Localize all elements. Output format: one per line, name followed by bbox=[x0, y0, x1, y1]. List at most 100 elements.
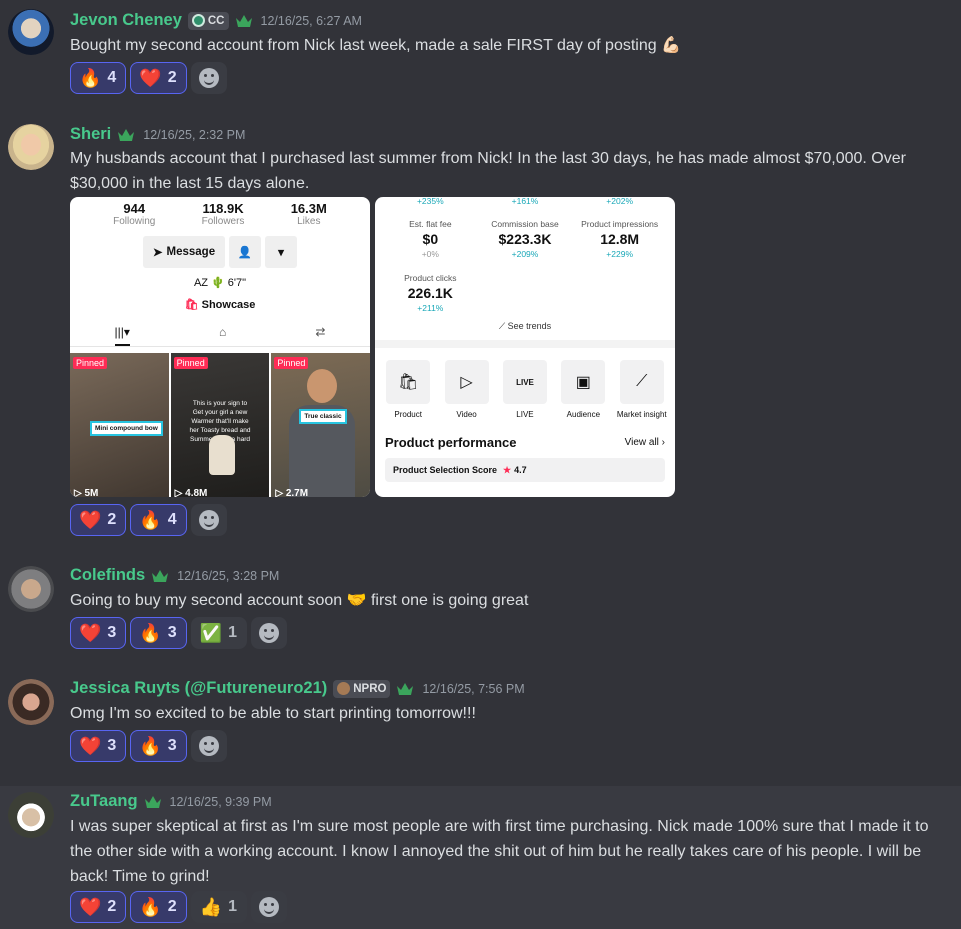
product-performance-header: Product performance View all › bbox=[375, 435, 675, 450]
metric-value: $223.3K bbox=[498, 231, 552, 247]
reaction-heart[interactable]: ❤️ 2 bbox=[70, 504, 127, 536]
tag-label: CC bbox=[207, 14, 225, 27]
metric-impressions: Product impressions 12.8M +229% bbox=[572, 215, 667, 259]
metric-change: +209% bbox=[511, 249, 539, 259]
smiley-icon bbox=[258, 623, 279, 643]
metric-change: +0% bbox=[421, 249, 439, 259]
reaction-fire[interactable]: 🔥 2 bbox=[130, 891, 187, 923]
grid-tab-icon: |||▾ bbox=[114, 325, 130, 346]
tools-row: 🛍 Product ▷ Video LIVE LIVE ▣ Audience ⟋ Mark… bbox=[375, 348, 675, 419]
reaction-bar: ❤️ 3 🔥 3 ✅ 1 bbox=[70, 617, 287, 649]
metric-cell: +235% bbox=[383, 197, 478, 206]
tool-label: Market insight bbox=[616, 410, 667, 419]
stat-following: 944 Following bbox=[113, 201, 155, 227]
timestamp[interactable]: 12/16/25, 7:56 PM bbox=[422, 682, 524, 696]
heart-emoji: ❤️ bbox=[79, 897, 102, 917]
tool-label: Product bbox=[394, 410, 422, 419]
avatar[interactable] bbox=[8, 566, 54, 612]
heart-emoji: ❤️ bbox=[139, 68, 162, 88]
avatar[interactable] bbox=[8, 9, 54, 55]
message-zutaang: ZuTaang 12/16/25, 9:39 PM I was super sk… bbox=[0, 786, 961, 929]
server-tag[interactable]: CC bbox=[187, 11, 229, 30]
avatar[interactable] bbox=[8, 679, 54, 725]
metric-cell: +161% bbox=[478, 197, 573, 206]
timestamp[interactable]: 12/16/25, 3:28 PM bbox=[177, 569, 279, 583]
smiley-icon bbox=[198, 736, 219, 756]
stat-value: 118.9K bbox=[202, 201, 244, 216]
view-count-value: 2.7M bbox=[285, 488, 309, 497]
pinned-badge: Pinned bbox=[173, 357, 208, 369]
tag-label: NPRO bbox=[353, 682, 387, 695]
metric-change: +211% bbox=[417, 303, 444, 313]
attachment-profile-screenshot[interactable]: 944 Following 118.9K Followers 16.3M Likes … bbox=[70, 197, 370, 497]
reaction-count: 3 bbox=[167, 624, 177, 641]
selection-score-row: Product Selection Score ★ 4.7 bbox=[385, 458, 665, 482]
reaction-thumbs-up[interactable]: 👍 1 bbox=[190, 891, 247, 923]
crown-icon bbox=[118, 128, 135, 141]
metric-change: +229% bbox=[606, 249, 634, 259]
reaction-fire[interactable]: 🔥 3 bbox=[130, 617, 187, 649]
live-icon: LIVE bbox=[502, 360, 547, 404]
view-count-value: 4.8M bbox=[185, 488, 208, 497]
avatar[interactable] bbox=[8, 124, 54, 170]
send-icon: ➤ bbox=[152, 247, 163, 259]
reaction-fire[interactable]: 🔥 4 bbox=[70, 62, 127, 94]
reaction-heart[interactable]: ❤️ 3 bbox=[70, 617, 127, 649]
score-value: 4.7 bbox=[514, 465, 527, 475]
timestamp[interactable]: 12/16/25, 2:32 PM bbox=[143, 128, 245, 142]
showcase-label: Showcase bbox=[201, 299, 256, 311]
reaction-heart[interactable]: ❤️ 2 bbox=[70, 891, 127, 923]
stat-label: Followers bbox=[201, 216, 245, 227]
reaction-heart[interactable]: ❤️ 3 bbox=[70, 730, 127, 762]
message-button: ➤ Message bbox=[143, 236, 225, 268]
username[interactable]: ZuTaang bbox=[70, 792, 138, 811]
reaction-fire[interactable]: 🔥 3 bbox=[130, 730, 187, 762]
metrics-top-row: +235% +161% +202% bbox=[375, 197, 675, 206]
score-label: Product Selection Score bbox=[393, 465, 498, 475]
metric-clicks: Product clicks 226.1K +211% bbox=[383, 269, 478, 313]
metric-flat-fee: Est. flat fee $0 +0% bbox=[383, 215, 478, 259]
bag-icon: 🛍 bbox=[386, 360, 431, 404]
message-text: My husbands account that I purchased las… bbox=[70, 150, 906, 192]
attachment-analytics-screenshot[interactable]: +235% +161% +202% Est. flat fee $0 +0% Com… bbox=[375, 197, 675, 497]
message-text: Going to buy my second account soon 🤝 fi… bbox=[70, 592, 529, 609]
reaction-heart[interactable]: ❤️ 2 bbox=[130, 62, 187, 94]
avatar[interactable] bbox=[8, 792, 54, 838]
add-reaction-button[interactable] bbox=[250, 617, 287, 649]
add-reaction-button[interactable] bbox=[190, 62, 227, 94]
section-title: Product performance bbox=[385, 435, 517, 450]
username[interactable]: Colefinds bbox=[70, 566, 145, 585]
reaction-count: 1 bbox=[228, 898, 237, 915]
fire-emoji: 🔥 bbox=[139, 623, 162, 643]
timestamp[interactable]: 12/16/25, 6:27 AM bbox=[261, 14, 362, 28]
person-check-icon: 👤 bbox=[237, 247, 253, 259]
reaction-count: 2 bbox=[167, 898, 177, 915]
showcase-link: 🛍 Showcase bbox=[70, 298, 370, 311]
add-reaction-button[interactable] bbox=[190, 730, 227, 762]
reaction-check[interactable]: ✅ 1 bbox=[190, 617, 247, 649]
add-reaction-button[interactable] bbox=[190, 504, 227, 536]
metric-commission: Commission base $223.3K +209% bbox=[478, 215, 573, 259]
server-tag[interactable]: NPRO bbox=[333, 679, 391, 698]
timestamp[interactable]: 12/16/25, 9:39 PM bbox=[170, 795, 272, 809]
message-text: Omg I'm so excited to be able to start p… bbox=[70, 705, 476, 722]
username[interactable]: Jessica Ruyts (@Futureneuro21) bbox=[70, 679, 327, 698]
stat-value: 16.3M bbox=[290, 201, 327, 216]
reaction-fire[interactable]: 🔥 4 bbox=[130, 504, 187, 536]
view-count: ▷ 2.7M bbox=[275, 488, 309, 497]
add-reaction-button[interactable] bbox=[250, 891, 287, 923]
see-trends-link: ⟋ See trends bbox=[375, 321, 675, 332]
username[interactable]: Jevon Cheney bbox=[70, 11, 182, 30]
view-count: ▷ 4.8M bbox=[174, 488, 208, 497]
video-caption: True classic bbox=[299, 409, 347, 424]
profile-tabs: |||▾ ⌂ ⇄ bbox=[70, 325, 370, 347]
thumbs-up-emoji: 👍 bbox=[199, 897, 223, 917]
metrics-grid: Est. flat fee $0 +0% Commission base $223.3… bbox=[375, 215, 675, 313]
tool-product: 🛍 Product bbox=[380, 360, 436, 419]
metric-label: Product clicks bbox=[404, 273, 457, 283]
tool-label: LIVE bbox=[516, 410, 534, 419]
reaction-count: 2 bbox=[167, 69, 177, 86]
heart-emoji: ❤️ bbox=[79, 736, 102, 756]
username[interactable]: Sheri bbox=[70, 125, 111, 144]
smiley-icon bbox=[258, 897, 279, 917]
